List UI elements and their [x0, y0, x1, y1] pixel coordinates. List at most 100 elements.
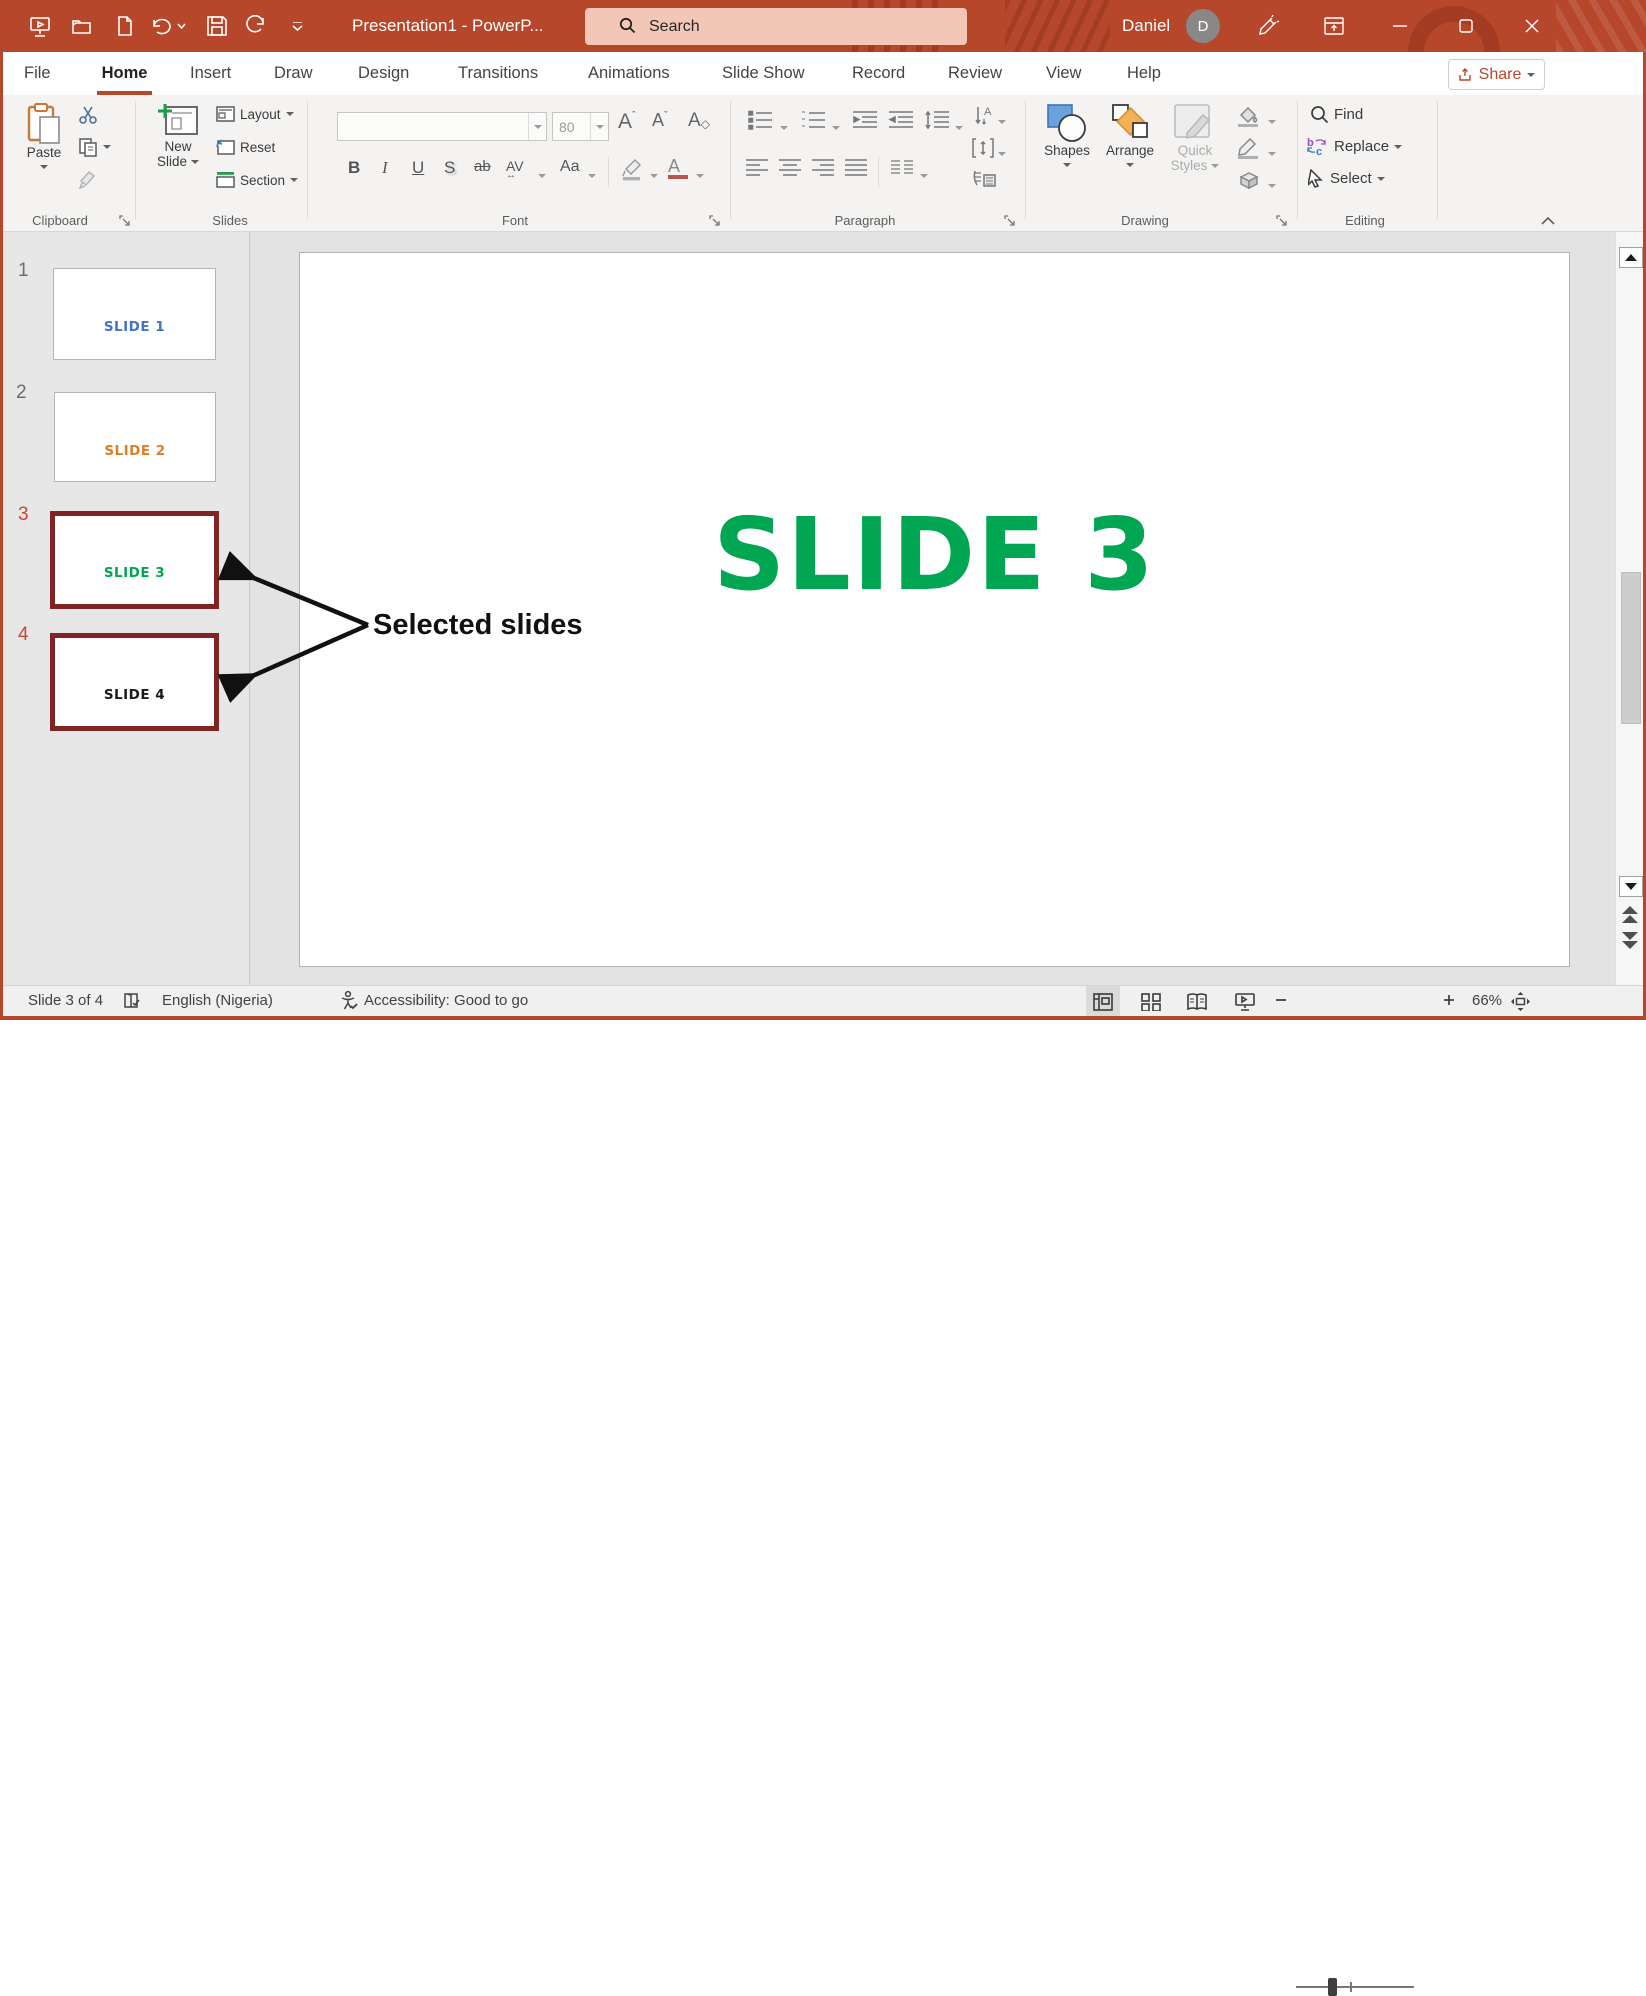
- paste-button[interactable]: Paste: [18, 103, 70, 169]
- close-button[interactable]: [1520, 14, 1544, 38]
- slide-sorter-view-button[interactable]: [1134, 986, 1168, 1017]
- fit-slide-to-window-button[interactable]: [1510, 991, 1531, 1016]
- spell-check-icon[interactable]: [122, 991, 142, 1015]
- zoom-slider-track[interactable]: [1296, 1986, 1414, 1988]
- megaphone-icon[interactable]: [1256, 14, 1280, 38]
- vertical-scrollbar[interactable]: [1615, 232, 1643, 985]
- tab-record[interactable]: Record: [850, 52, 907, 95]
- align-text-chevron[interactable]: [998, 143, 1006, 161]
- reading-view-button[interactable]: [1180, 986, 1214, 1017]
- change-case-button[interactable]: Aa: [560, 158, 580, 176]
- tab-help[interactable]: Help: [1125, 52, 1163, 95]
- tab-file[interactable]: File: [22, 52, 53, 95]
- section-button[interactable]: Section: [216, 172, 298, 188]
- next-slide-button[interactable]: [1622, 932, 1638, 949]
- text-highlight-button[interactable]: [620, 157, 644, 186]
- line-spacing-chevron[interactable]: [955, 117, 963, 135]
- language-indicator[interactable]: English (Nigeria): [162, 992, 273, 1009]
- text-direction-chevron[interactable]: [998, 111, 1006, 129]
- copy-button[interactable]: [78, 137, 111, 157]
- zoom-out-button[interactable]: [1274, 993, 1288, 1011]
- qat-customize-chevron[interactable]: [290, 14, 304, 38]
- collapse-ribbon-button[interactable]: [1540, 213, 1556, 231]
- slide-indicator[interactable]: Slide 3 of 4: [28, 992, 103, 1009]
- numbering-chevron[interactable]: [832, 117, 840, 135]
- shape-outline-chevron[interactable]: [1268, 143, 1276, 161]
- scroll-up-button[interactable]: [1619, 247, 1643, 268]
- strikethrough-button[interactable]: ab: [474, 158, 491, 175]
- font-name-combo[interactable]: [337, 112, 547, 141]
- find-button[interactable]: Find: [1310, 105, 1363, 124]
- slide-3-thumbnail[interactable]: SLIDE 3: [50, 511, 219, 609]
- character-spacing-button[interactable]: AV↔: [506, 158, 524, 181]
- shape-effects-chevron[interactable]: [1268, 175, 1276, 193]
- align-right-button[interactable]: [811, 157, 835, 184]
- bold-button[interactable]: B: [348, 158, 360, 178]
- italic-button[interactable]: I: [382, 158, 388, 178]
- tab-transitions[interactable]: Transitions: [456, 52, 540, 95]
- new-file-icon[interactable]: [113, 14, 137, 38]
- paragraph-dialog-launcher[interactable]: [1003, 214, 1016, 227]
- zoom-in-button[interactable]: [1442, 993, 1456, 1011]
- tab-view[interactable]: View: [1044, 52, 1083, 95]
- select-button[interactable]: Select: [1308, 169, 1385, 188]
- previous-slide-button[interactable]: [1622, 906, 1638, 923]
- numbering-button[interactable]: [800, 109, 826, 136]
- scroll-down-button[interactable]: [1619, 876, 1643, 897]
- shape-outline-button[interactable]: [1236, 137, 1262, 164]
- columns-button[interactable]: [890, 159, 914, 182]
- bullets-button[interactable]: [748, 109, 774, 136]
- slide-4-thumbnail[interactable]: SLIDE 4: [50, 633, 219, 731]
- zoom-percentage[interactable]: 66%: [1472, 992, 1502, 1009]
- font-color-chevron[interactable]: [696, 165, 704, 183]
- line-spacing-button[interactable]: [924, 109, 950, 136]
- tab-draw[interactable]: Draw: [272, 52, 315, 95]
- tab-review[interactable]: Review: [946, 52, 1004, 95]
- tab-home[interactable]: Home: [97, 52, 152, 95]
- font-dialog-launcher[interactable]: [708, 214, 721, 227]
- change-case-chevron[interactable]: [588, 165, 596, 183]
- minimize-button[interactable]: [1388, 14, 1412, 38]
- quick-styles-button[interactable]: Quick Styles: [1166, 103, 1224, 173]
- layout-button[interactable]: Layout: [216, 106, 294, 122]
- columns-chevron[interactable]: [920, 165, 928, 183]
- reset-button[interactable]: Reset: [216, 139, 275, 155]
- font-color-button[interactable]: A: [668, 156, 688, 179]
- slide-2-thumbnail[interactable]: SLIDE 2: [54, 392, 216, 482]
- shapes-button[interactable]: Shapes: [1040, 103, 1094, 167]
- search-input[interactable]: Search: [585, 8, 967, 45]
- shape-fill-button[interactable]: [1236, 105, 1262, 132]
- character-spacing-chevron[interactable]: [538, 165, 546, 183]
- align-justify-button[interactable]: [844, 157, 868, 184]
- zoom-slider-thumb[interactable]: [1328, 1978, 1337, 1996]
- replace-button[interactable]: b c Replace: [1306, 137, 1402, 156]
- cut-button[interactable]: [78, 105, 98, 125]
- slide-1-thumbnail[interactable]: SLIDE 1: [53, 268, 216, 360]
- align-text-button[interactable]: [972, 137, 994, 164]
- increase-indent-button[interactable]: [888, 109, 914, 136]
- bullets-chevron[interactable]: [780, 117, 788, 135]
- new-slide-button[interactable]: New Slide: [150, 103, 206, 169]
- accessibility-icon[interactable]: [338, 990, 360, 1016]
- font-size-dropdown[interactable]: [590, 113, 608, 140]
- undo-dropdown-chevron[interactable]: [176, 14, 186, 38]
- decrease-indent-button[interactable]: [852, 109, 878, 136]
- shape-fill-chevron[interactable]: [1268, 111, 1276, 129]
- text-highlight-chevron[interactable]: [650, 165, 658, 183]
- text-shadow-button[interactable]: S: [444, 158, 455, 178]
- increase-font-size-button[interactable]: Aˆ: [618, 110, 636, 134]
- accessibility-status[interactable]: Accessibility: Good to go: [364, 992, 528, 1009]
- undo-icon[interactable]: [149, 14, 173, 38]
- font-size-combo[interactable]: 80: [552, 112, 609, 141]
- redo-icon[interactable]: [245, 14, 269, 38]
- normal-view-button[interactable]: [1086, 986, 1120, 1017]
- convert-smartart-button[interactable]: [972, 169, 996, 194]
- presentation-icon[interactable]: [28, 14, 52, 38]
- open-folder-icon[interactable]: [70, 14, 94, 38]
- align-left-button[interactable]: [745, 157, 769, 184]
- drawing-dialog-launcher[interactable]: [1275, 214, 1288, 227]
- tab-animations[interactable]: Animations: [586, 52, 672, 95]
- share-button[interactable]: Share: [1448, 59, 1545, 90]
- ribbon-display-options-icon[interactable]: [1322, 14, 1346, 38]
- avatar[interactable]: D: [1186, 9, 1220, 43]
